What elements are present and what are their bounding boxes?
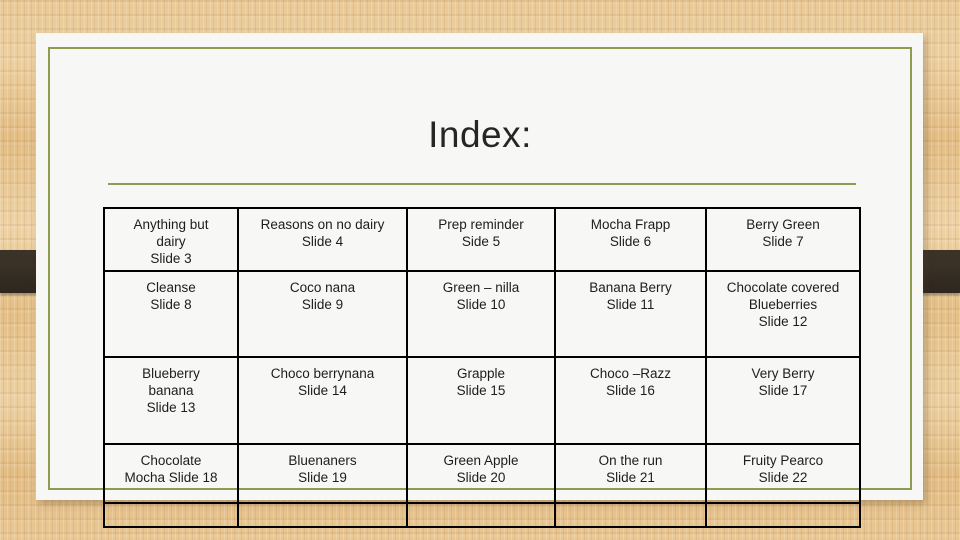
table-row: Cleanse Slide 8 Coco nana Slide 9 Green – ni…	[103, 270, 861, 358]
index-cell-line: Reasons on no dairy	[260, 217, 385, 232]
index-cell-line: Slide 8	[150, 297, 192, 312]
index-cell-line: Green – nilla	[442, 280, 520, 295]
index-cell-line: Slide 14	[298, 383, 347, 398]
index-cell-line: Slide 21	[606, 470, 655, 485]
index-cell[interactable]: Green Apple Slide 20	[406, 443, 556, 504]
index-cell-line: Slide 22	[758, 470, 808, 485]
index-cell-line: Slide 6	[609, 234, 652, 249]
index-cell[interactable]: Berry Green Slide 7	[705, 207, 861, 272]
index-cell-line: Bluenaners	[288, 453, 357, 468]
index-cell-line: On the run	[598, 453, 663, 468]
index-cell[interactable]: Grapple Slide 15	[406, 356, 556, 445]
index-cell-line: Anything but	[133, 217, 209, 232]
table-row	[103, 502, 861, 528]
index-cell[interactable]: On the run Slide 21	[554, 443, 707, 504]
index-cell-line: Slide 10	[456, 297, 506, 312]
table-row: Chocolate Mocha Slide 18 Bluenaners Slide 1…	[103, 443, 861, 504]
index-cell[interactable]: Blueberry banana Slide 13	[103, 356, 239, 445]
index-cell[interactable]: Choco –Razz Slide 16	[554, 356, 707, 445]
index-cell[interactable]: Coco nana Slide 9	[237, 270, 408, 358]
index-cell[interactable]: Anything but dairy Slide 3	[103, 207, 239, 272]
index-cell-line: Mocha Frapp	[590, 217, 671, 232]
index-cell-line: Slide 15	[456, 383, 506, 398]
index-cell[interactable]	[237, 502, 408, 528]
index-cell-line: Slide 9	[301, 297, 344, 312]
index-cell-line: Green Apple	[443, 453, 519, 468]
index-cell-line: Prep reminder	[438, 217, 524, 232]
index-cell-line: Banana Berry	[589, 280, 672, 295]
index-cell-line: Slide 7	[762, 234, 804, 249]
index-cell[interactable]: Reasons on no dairy Slide 4	[237, 207, 408, 272]
index-cell[interactable]: Very Berry Slide 17	[705, 356, 861, 445]
index-cell-line: Grapple	[456, 366, 506, 381]
index-cell-line: Very Berry	[751, 366, 815, 381]
index-cell[interactable]: Chocolate Mocha Slide 18	[103, 443, 239, 504]
index-cell-line: Blueberries	[748, 297, 818, 312]
index-cell[interactable]	[103, 502, 239, 528]
title-divider-rule	[108, 183, 856, 185]
index-cell-line: Slide 13	[146, 400, 196, 415]
index-cell-line: Blueberry	[142, 366, 200, 381]
index-cell[interactable]	[554, 502, 707, 528]
index-cell[interactable]: Cleanse Slide 8	[103, 270, 239, 358]
index-cell-line: Slide 3	[150, 251, 192, 266]
index-cell-line: Chocolate	[140, 453, 202, 468]
index-cell-line: Fruity Pearco	[742, 453, 824, 468]
index-cell[interactable]: Fruity Pearco Slide 22	[705, 443, 861, 504]
index-cell-line: Side 5	[461, 234, 501, 249]
index-table: Anything but dairy Slide 3 Reasons on no da…	[103, 207, 861, 528]
index-cell-line: Chocolate covered	[726, 280, 840, 295]
index-cell[interactable]	[705, 502, 861, 528]
index-cell[interactable]: Banana Berry Slide 11	[554, 270, 707, 358]
index-cell-line: Berry Green	[746, 217, 820, 232]
table-row: Anything but dairy Slide 3 Reasons on no da…	[103, 207, 861, 272]
index-cell[interactable]	[406, 502, 556, 528]
index-cell[interactable]: Choco berrynana Slide 14	[237, 356, 408, 445]
index-cell-line: Slide 20	[456, 470, 506, 485]
index-cell-line: Coco nana	[289, 280, 356, 295]
index-cell-line: Slide 12	[758, 314, 808, 329]
index-cell[interactable]: Green – nilla Slide 10	[406, 270, 556, 358]
index-cell-line: Cleanse	[146, 280, 196, 295]
table-row: Blueberry banana Slide 13 Choco berrynana Sl…	[103, 356, 861, 445]
page-title: Index:	[428, 114, 532, 155]
index-cell-line: Slide 4	[301, 234, 344, 249]
index-cell[interactable]: Mocha Frapp Slide 6	[554, 207, 707, 272]
index-cell-line: Choco –Razz	[589, 366, 672, 381]
index-cell-line: Slide 11	[606, 297, 655, 312]
index-cell-line: Mocha Slide 18	[124, 470, 218, 485]
slide-stage: Index: Anything but dairy Slide 3 Reasons o…	[0, 0, 960, 540]
index-cell[interactable]: Prep reminder Side 5	[406, 207, 556, 272]
index-cell-line: Choco berrynana	[270, 366, 375, 381]
index-cell-line: Slide 17	[758, 383, 808, 398]
index-cell-line: Slide 19	[298, 470, 347, 485]
index-cell-line: Slide 16	[606, 383, 655, 398]
index-cell[interactable]: Chocolate covered Blueberries Slide 12	[705, 270, 861, 358]
index-cell-line: banana	[148, 383, 194, 398]
index-cell[interactable]: Bluenaners Slide 19	[237, 443, 408, 504]
index-cell-line: dairy	[156, 234, 186, 249]
